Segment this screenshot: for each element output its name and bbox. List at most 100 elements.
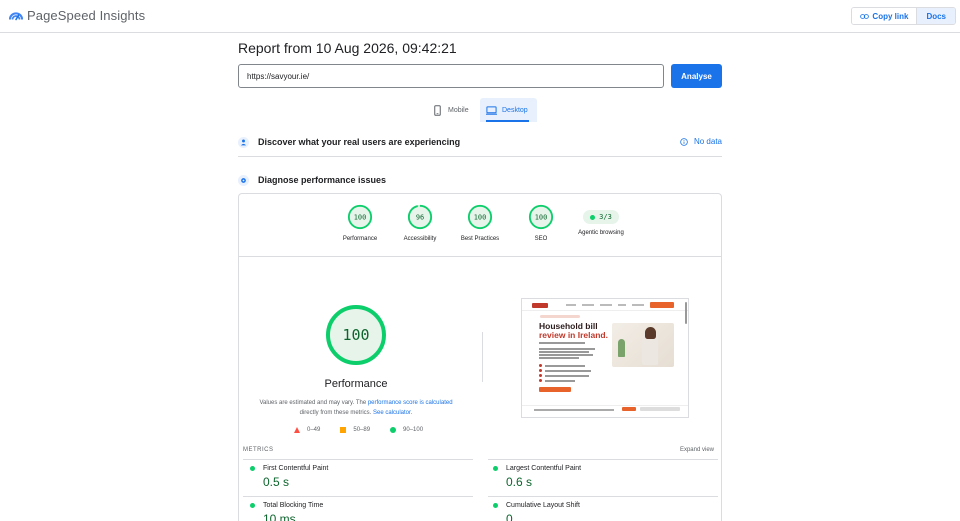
copy-link-label: Copy link xyxy=(872,11,909,21)
screenshot-button xyxy=(539,387,571,392)
agentic-value: 3/3 xyxy=(599,213,612,221)
top-bar: PageSpeed Insights Copy link Docs xyxy=(0,0,960,33)
expand-view-toggle[interactable]: Expand view xyxy=(680,447,714,453)
screenshot-nav-link xyxy=(566,304,576,306)
score-legend: 0–49 50–89 90–100 xyxy=(294,427,443,433)
gauge-agentic-browsing[interactable]: 3/3 Agentic browsing xyxy=(566,204,636,236)
screenshot-text-line xyxy=(539,351,589,353)
pass-dot-icon xyxy=(250,466,255,471)
no-data-link[interactable]: No data xyxy=(680,137,722,146)
url-input[interactable] xyxy=(238,64,664,88)
metric-cls-name: Cumulative Layout Shift xyxy=(506,502,580,509)
perf-desc-text-1: Values are estimated and may vary. The xyxy=(259,400,368,406)
tab-desktop-label: Desktop xyxy=(502,106,528,114)
app-logo[interactable]: PageSpeed Insights xyxy=(9,8,145,23)
metrics-divider xyxy=(488,459,718,460)
metric-fcp-value: 0.5 s xyxy=(263,475,290,489)
gauge-seo-ring: 100 xyxy=(528,204,554,230)
pass-dot-icon xyxy=(493,466,498,471)
performance-big-score: 100 xyxy=(342,326,369,344)
screenshot-nav-link xyxy=(618,304,626,306)
screenshot-headline-2: review in Ireland. xyxy=(539,330,608,340)
legend-average-label: 50–89 xyxy=(353,427,371,433)
diagnose-section-header: Diagnose performance issues xyxy=(238,173,722,187)
metrics-divider xyxy=(488,496,718,497)
screenshot-bullet xyxy=(539,379,542,382)
screenshot-bullet xyxy=(539,374,542,377)
metrics-divider xyxy=(243,496,473,497)
final-screenshot[interactable]: Household bill review in Ireland. xyxy=(521,298,689,418)
score-calculated-link[interactable]: performance score is calculated xyxy=(368,400,453,406)
vertical-divider xyxy=(482,332,483,382)
screenshot-cookie-accept xyxy=(622,407,636,411)
pass-dot-icon xyxy=(493,503,498,508)
metric-lcp: Largest Contentful Paint 0.6 s xyxy=(493,465,713,489)
gauge-accessibility-ring: 96 xyxy=(407,204,433,230)
gauge-agentic-label: Agentic browsing xyxy=(578,230,624,236)
metric-fcp-name: First Contentful Paint xyxy=(263,465,329,472)
gauge-best-practices[interactable]: 100 Best Practices xyxy=(445,204,515,242)
performance-big-gauge: 100 xyxy=(326,305,386,365)
pass-dot-icon xyxy=(590,214,596,220)
crux-section-header: Discover what your real users are experi… xyxy=(238,135,722,149)
screenshot-text-line xyxy=(539,348,595,350)
info-icon xyxy=(680,137,688,146)
gauge-seo-score: 100 xyxy=(535,213,548,221)
screenshot-logo xyxy=(532,303,548,308)
legend-average: 50–89 xyxy=(340,427,370,433)
pagespeed-logo-icon xyxy=(9,11,23,20)
tab-active-indicator xyxy=(486,120,529,122)
analyse-button[interactable]: Analyse xyxy=(671,64,722,88)
screenshot-bullet xyxy=(539,369,542,372)
metric-lcp-name: Largest Contentful Paint xyxy=(506,465,582,472)
metrics-label: METRICS xyxy=(243,447,274,453)
screenshot-cookie-text xyxy=(534,409,614,411)
metric-cls-value: 0 xyxy=(506,512,513,521)
metric-tbt-value: 10 ms xyxy=(263,512,296,521)
gauge-best-practices-score: 100 xyxy=(474,213,487,221)
screenshot-badge xyxy=(540,315,580,318)
legend-pass-label: 90–100 xyxy=(403,427,424,433)
gauge-performance-ring: 100 xyxy=(347,204,373,230)
report-title: Report from 10 Aug 2026, 09:42:21 xyxy=(238,40,457,56)
metrics-divider xyxy=(243,459,473,460)
screenshot-nav-link xyxy=(632,304,644,306)
gauge-accessibility-score: 96 xyxy=(416,213,424,221)
tab-desktop[interactable]: Desktop xyxy=(480,98,537,122)
mobile-phone-icon xyxy=(434,104,441,116)
screenshot-text-line xyxy=(545,370,591,372)
tab-mobile-label: Mobile xyxy=(448,106,469,114)
report-card: 100 Performance 96 Accessibility 100 Bes… xyxy=(238,193,722,521)
perf-desc-text-2: directly from these metrics. xyxy=(299,410,373,416)
screenshot-person-hair xyxy=(645,327,656,339)
diagnose-section-title: Diagnose performance issues xyxy=(258,175,387,185)
screenshot-scrollbar xyxy=(685,302,687,324)
metric-lcp-value: 0.6 s xyxy=(506,475,533,489)
screenshot-nav-link xyxy=(600,304,612,306)
average-square-icon xyxy=(340,427,347,433)
screenshot-nav-link xyxy=(582,304,594,306)
performance-title: Performance xyxy=(324,378,388,390)
docs-button[interactable]: Docs xyxy=(917,8,955,24)
category-gauges: 100 Performance 96 Accessibility 100 Bes… xyxy=(239,204,723,248)
legend-pass: 90–100 xyxy=(390,427,423,433)
screenshot-text-line xyxy=(539,357,579,359)
fail-triangle-icon xyxy=(294,427,300,433)
legend-fail-label: 0–49 xyxy=(307,427,321,433)
see-calculator-link[interactable]: See calculator. xyxy=(373,410,412,416)
metric-tbt: Total Blocking Time 10 ms xyxy=(250,502,470,521)
copy-link-button[interactable]: Copy link xyxy=(852,8,918,24)
screenshot-plant xyxy=(618,339,625,357)
tab-mobile[interactable]: Mobile xyxy=(426,98,475,122)
crux-section-title: Discover what your real users are experi… xyxy=(258,137,461,147)
legend-fail: 0–49 xyxy=(294,427,320,433)
screenshot-text-line xyxy=(539,354,593,356)
lighthouse-icon xyxy=(238,174,249,186)
metric-fcp: First Contentful Paint 0.5 s xyxy=(250,465,470,489)
screenshot-bullet xyxy=(539,364,542,367)
users-icon xyxy=(238,136,249,148)
screenshot-cta xyxy=(650,302,674,308)
screenshot-text-line xyxy=(545,375,589,377)
pass-circle-icon xyxy=(390,427,397,433)
screenshot-text-line xyxy=(545,380,575,382)
